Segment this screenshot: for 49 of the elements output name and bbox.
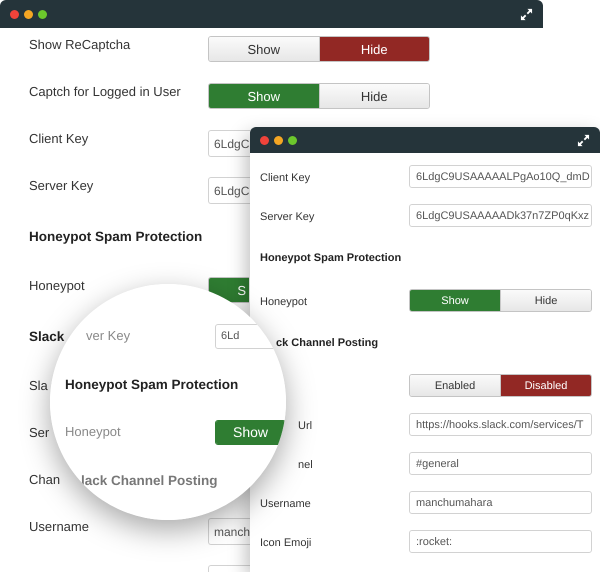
field-label: Sla	[29, 378, 48, 393]
field-label: Client Key	[29, 131, 88, 146]
field-label: Honeypot	[65, 424, 121, 439]
toggle-option[interactable]: Hide	[318, 84, 429, 108]
field-label: Username	[29, 519, 89, 534]
input-field[interactable]: 6LdgC	[208, 177, 250, 204]
field-label: Icon Emoji	[260, 536, 312, 548]
maximize-button[interactable]	[38, 10, 47, 18]
section-heading: Honeypot Spam Protection	[29, 229, 202, 244]
toggle-option[interactable]: Show	[209, 37, 318, 61]
field-label: ver Key	[85, 328, 130, 343]
input-field[interactable]: 6LdgC9USAAAAADk37n7ZP0qKxz	[409, 204, 592, 227]
close-button[interactable]	[260, 136, 269, 144]
minimize-button[interactable]	[274, 136, 283, 144]
close-button[interactable]	[10, 10, 19, 18]
field-label: Server Key	[260, 210, 314, 222]
toggle-option[interactable]: Show	[216, 420, 285, 444]
toggle-option[interactable]: Show	[209, 84, 318, 108]
field-label: Client Key	[260, 172, 310, 184]
section-heading: lack Channel Posting	[80, 472, 218, 488]
field-label: Honeypot	[260, 296, 308, 308]
maximize-button[interactable]	[288, 136, 297, 144]
input-field[interactable]: 6LdgC9USAAAAALPgAo10Q_dmD	[409, 165, 592, 188]
input-field[interactable]: #general	[409, 452, 592, 475]
input-field[interactable]: https://hooks.slack.com/services/T	[409, 413, 592, 436]
input-field[interactable]: manch	[208, 518, 250, 545]
field-label: Show ReCaptcha	[29, 37, 130, 52]
section-heading: Slack	[29, 329, 64, 344]
field-label: Ser	[29, 425, 50, 440]
field-label: Honeypot	[29, 278, 85, 293]
input-field[interactable]: manchumahara	[409, 491, 592, 514]
toggle-option[interactable]: Enabled	[410, 375, 500, 396]
minimize-button[interactable]	[24, 10, 33, 18]
section-heading: Honeypot Spam Protection	[65, 376, 238, 392]
field-label: Captch for Logged in User	[29, 84, 181, 99]
expand-icon[interactable]	[520, 8, 533, 20]
field-label: Url	[297, 420, 312, 432]
field-label: Server Key	[29, 178, 94, 193]
toggle-option[interactable]: Hide	[318, 37, 429, 61]
input-field[interactable]: 6LdgC	[208, 130, 250, 157]
input-field[interactable]: :rocket:	[409, 530, 592, 553]
expand-icon[interactable]	[577, 134, 590, 146]
field-label: nel	[297, 458, 313, 470]
section-heading: Honeypot Spam Protection	[260, 252, 402, 264]
toggle-option[interactable]: Disabled	[500, 375, 591, 396]
toggle-option[interactable]: Hide	[500, 290, 591, 311]
toggle-option[interactable]: Show	[410, 290, 500, 311]
field-label: Chan	[29, 472, 60, 487]
field-label: Username	[260, 498, 311, 510]
